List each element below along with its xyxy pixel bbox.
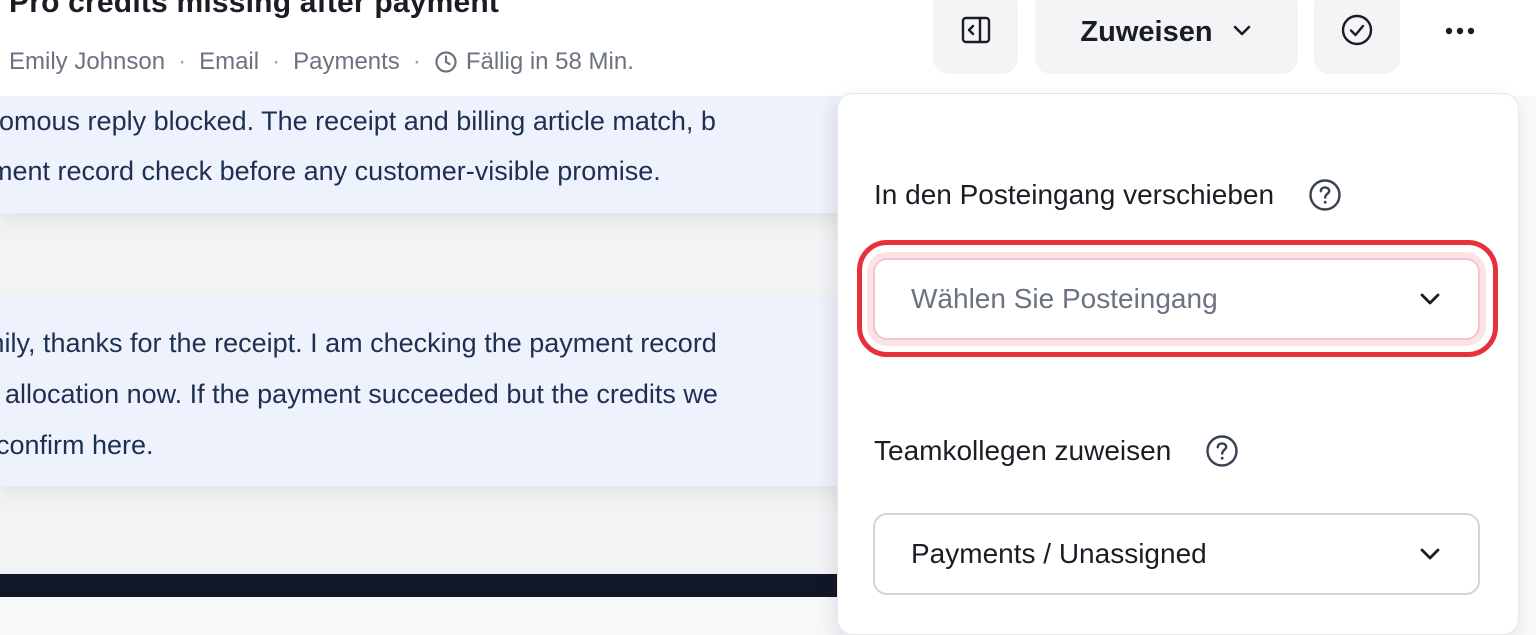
reply-message: mily, thanks for the receipt. I am check… (0, 298, 840, 486)
more-horizontal-icon (1444, 23, 1476, 41)
chevron-down-icon (1231, 19, 1253, 46)
message-text: ment record check before any customer-vi… (0, 156, 661, 186)
more-options-button[interactable] (1424, 4, 1496, 60)
queue-label: Payments (293, 48, 400, 75)
clock-icon (434, 50, 458, 74)
composer-bar[interactable] (0, 574, 840, 597)
assign-button-label: Zuweisen (1080, 15, 1213, 48)
inbox-select[interactable]: Wählen Sie Posteingang (873, 258, 1480, 340)
inbox-label-text: In den Posteingang verschieben (874, 179, 1275, 210)
check-circle-icon (1340, 13, 1374, 52)
due-label: Fällig in 58 Min. (465, 48, 634, 75)
teammate-select[interactable]: Payments / Unassigned (873, 513, 1480, 595)
ai-note-message: nomous reply blocked. The receipt and bi… (0, 96, 840, 213)
channel-label: Email (199, 48, 260, 75)
ticket-header: Pro credits missing after payment Emily … (0, 0, 1536, 96)
meta-separator: · (272, 48, 281, 75)
assign-button[interactable]: Zuweisen (1035, 0, 1298, 74)
help-icon[interactable] (1205, 434, 1239, 468)
teammate-label-text: Teamkollegen zuweisen (874, 435, 1172, 466)
inbox-select-placeholder: Wählen Sie Posteingang (911, 283, 1218, 314)
teammate-select-value: Payments / Unassigned (911, 538, 1207, 569)
inbox-section-label: In den Posteingang verschieben (874, 178, 1342, 212)
message-text: nomous reply blocked. The receipt and bi… (0, 106, 716, 136)
toggle-sidebar-button[interactable] (933, 0, 1018, 74)
meta-separator: · (412, 48, 421, 75)
message-text: mily, thanks for the receipt. I am check… (0, 328, 717, 358)
teammate-section-label: Teamkollegen zuweisen (874, 434, 1239, 468)
chevron-down-icon (1418, 287, 1442, 311)
panel-toggle-icon (960, 14, 992, 51)
ticket-title: Pro credits missing after payment (9, 0, 500, 19)
meta-separator: · (178, 48, 187, 75)
assign-dropdown-panel: In den Posteingang verschieben Wählen Si… (837, 93, 1519, 635)
chevron-down-icon (1418, 542, 1442, 566)
conversation-thread: nomous reply blocked. The receipt and bi… (0, 96, 840, 597)
help-icon[interactable] (1308, 178, 1342, 212)
message-text: t allocation now. If the payment succeed… (0, 379, 718, 409)
message-text: confirm here. (0, 430, 154, 460)
resolve-button[interactable] (1314, 0, 1400, 74)
ticket-meta: Emily Johnson · Email · Payments · Fälli… (9, 48, 634, 76)
customer-name[interactable]: Emily Johnson (9, 48, 165, 76)
